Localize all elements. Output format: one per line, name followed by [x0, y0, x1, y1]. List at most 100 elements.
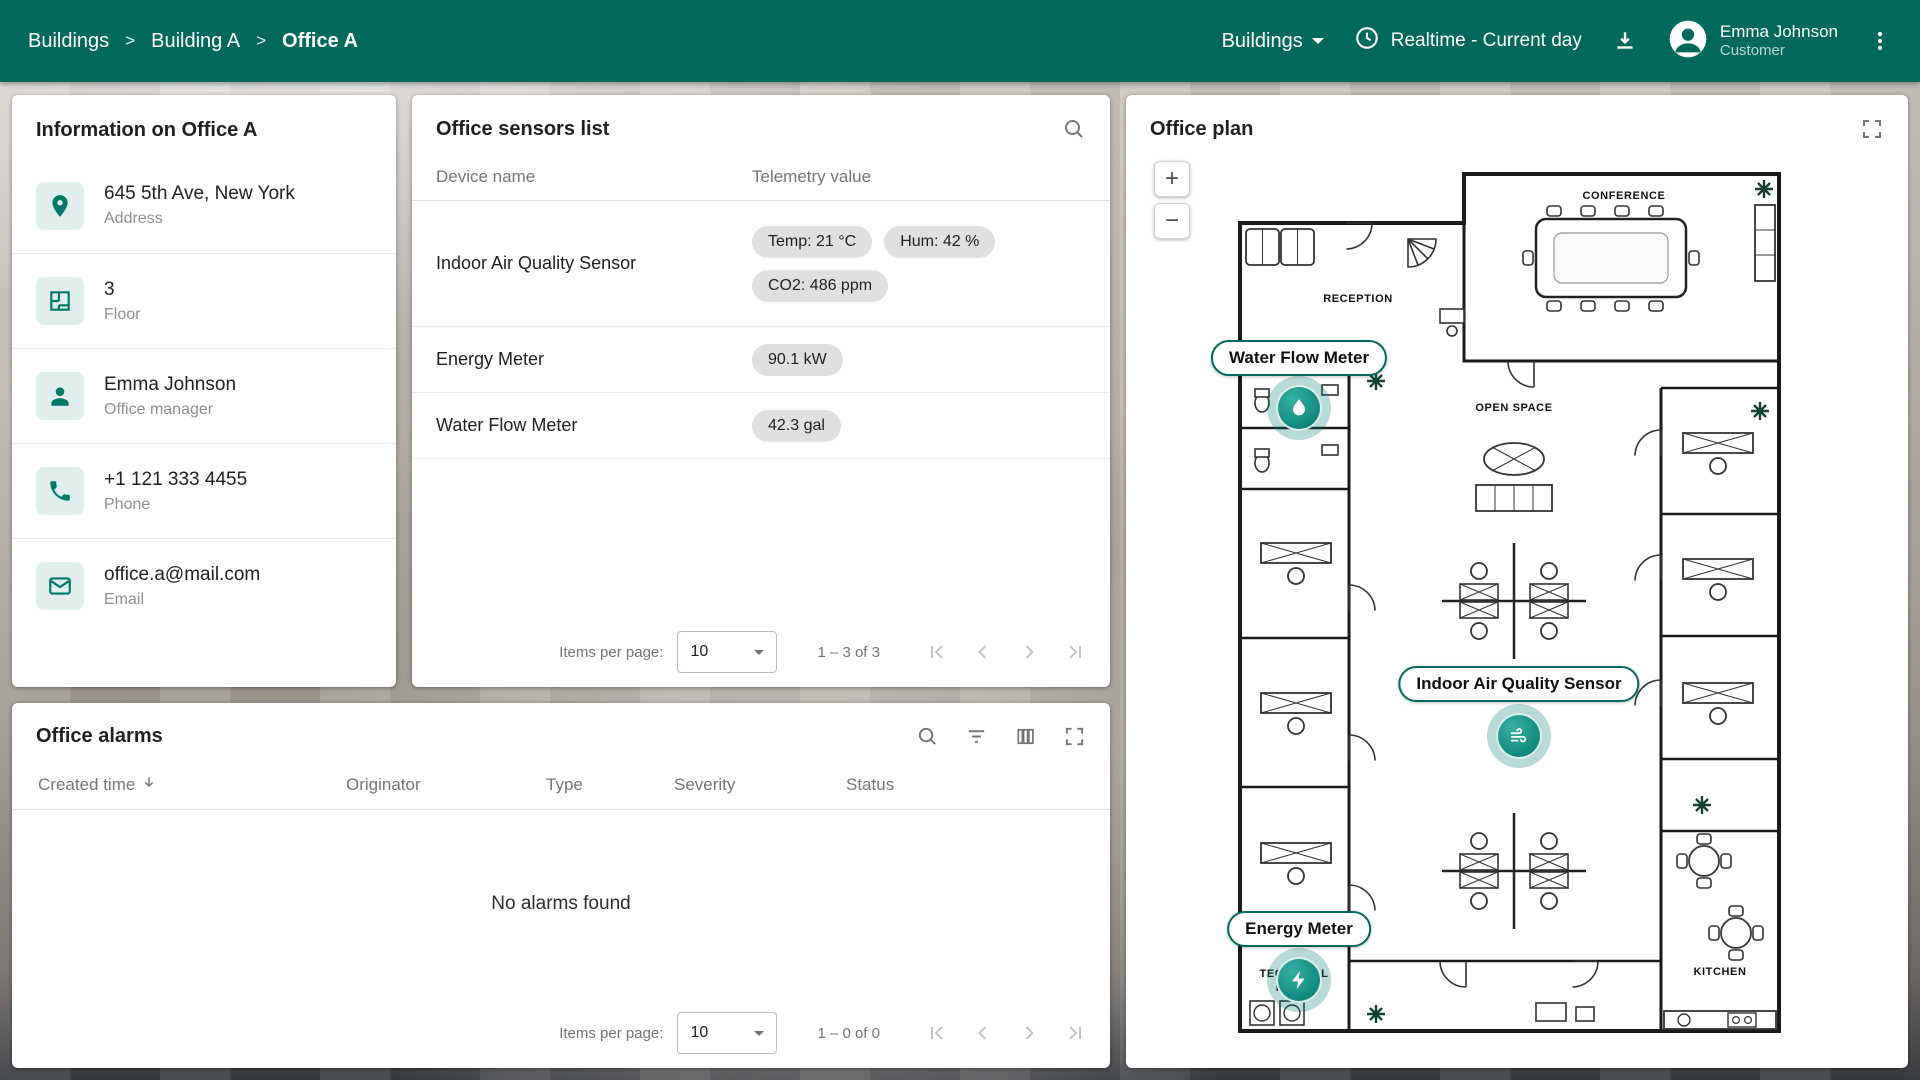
user-name: Emma Johnson	[1720, 21, 1838, 42]
column-severity[interactable]: Severity	[674, 775, 846, 795]
next-page-button[interactable]	[1014, 1018, 1044, 1048]
previous-page-button[interactable]	[968, 637, 998, 667]
zoom-in-button[interactable]: +	[1154, 161, 1190, 197]
address-value: 645 5th Ave, New York	[104, 183, 295, 205]
entity-select[interactable]: Buildings	[1222, 30, 1324, 53]
alarms-card-title: Office alarms	[36, 725, 163, 748]
breadcrumb-separator: >	[125, 31, 135, 51]
water-flow-meter-marker[interactable]	[1267, 376, 1331, 440]
columns-icon[interactable]	[1014, 725, 1037, 748]
breadcrumb-separator: >	[256, 31, 266, 51]
device-name: Water Flow Meter	[436, 415, 752, 436]
table-row[interactable]: Energy Meter 90.1 kW	[412, 327, 1110, 393]
kebab-menu-icon[interactable]	[1868, 29, 1892, 53]
telemetry-chip: Temp: 21 °C	[752, 226, 872, 258]
office-alarms-card: Office alarms Created time Originator Ty…	[12, 703, 1110, 1068]
zoom-controls: + −	[1154, 161, 1190, 239]
first-page-button[interactable]	[922, 1018, 952, 1048]
previous-page-button[interactable]	[968, 1018, 998, 1048]
alarms-paginator: Items per page: 10 1 – 0 of 0	[12, 998, 1110, 1068]
manager-value: Emma Johnson	[104, 374, 236, 396]
table-row[interactable]: Indoor Air Quality Sensor Temp: 21 °C Hu…	[412, 201, 1110, 327]
breadcrumb-building-a[interactable]: Building A	[151, 30, 240, 53]
search-icon[interactable]	[916, 725, 939, 748]
telemetry-chip: 42.3 gal	[752, 410, 841, 442]
column-originator[interactable]: Originator	[346, 775, 546, 795]
timewindow-label: Realtime - Current day	[1391, 30, 1582, 52]
info-row-phone: +1 121 333 4455 Phone	[12, 443, 396, 538]
address-label: Address	[104, 210, 295, 228]
phone-label: Phone	[104, 496, 247, 514]
energy-meter-marker[interactable]	[1267, 948, 1331, 1012]
filter-icon[interactable]	[965, 725, 988, 748]
download-button[interactable]	[1612, 28, 1638, 54]
page-range-label: 1 – 3 of 3	[817, 644, 880, 661]
clock-icon	[1354, 25, 1380, 57]
water-drop-icon	[1276, 385, 1322, 431]
table-row[interactable]: Water Flow Meter 42.3 gal	[412, 393, 1110, 459]
telemetry-chip: CO2: 486 ppm	[752, 270, 888, 302]
sort-arrow-down-icon	[141, 774, 157, 795]
breadcrumb: Buildings > Building A > Office A	[28, 30, 358, 53]
energy-icon	[1276, 957, 1322, 1003]
room-label-conference: CONFERENCE	[1582, 190, 1665, 202]
plan-card-title: Office plan	[1150, 118, 1253, 141]
office-sensors-card: Office sensors list Device name Telemetr…	[412, 95, 1110, 687]
device-name: Energy Meter	[436, 349, 752, 370]
page-size-value: 10	[690, 643, 708, 661]
zoom-out-button[interactable]: −	[1154, 203, 1190, 239]
column-created-time[interactable]: Created time	[38, 774, 346, 795]
page-size-select[interactable]: 10	[677, 1012, 777, 1054]
sensors-card-title: Office sensors list	[436, 118, 609, 141]
indoor-air-quality-sensor-marker[interactable]	[1487, 704, 1551, 768]
office-plan-card: Office plan + −	[1126, 95, 1908, 1068]
column-telemetry-value[interactable]: Telemetry value	[752, 167, 871, 187]
info-card-title: Information on Office A	[12, 95, 396, 158]
email-icon	[36, 562, 84, 610]
next-page-button[interactable]	[1014, 637, 1044, 667]
floor-label: Floor	[104, 306, 140, 324]
user-role: Customer	[1720, 42, 1838, 61]
floor-plan[interactable]: CONFERENCE RECEPTION OPEN SPACE KITCHEN …	[1236, 171, 1781, 1036]
person-icon	[36, 372, 84, 420]
floor-value: 3	[104, 279, 140, 301]
marker-label-indoor-air-quality-sensor[interactable]: Indoor Air Quality Sensor	[1398, 666, 1639, 702]
info-row-manager: Emma Johnson Office manager	[12, 348, 396, 443]
breadcrumb-buildings[interactable]: Buildings	[28, 30, 109, 53]
office-info-card: Information on Office A 645 5th Ave, New…	[12, 95, 396, 687]
marker-label-water-flow-meter[interactable]: Water Flow Meter	[1211, 340, 1387, 376]
user-menu[interactable]: Emma Johnson Customer	[1668, 19, 1838, 64]
sensors-paginator: Items per page: 10 1 – 3 of 3	[412, 617, 1110, 687]
info-row-floor: 3 Floor	[12, 253, 396, 348]
search-icon[interactable]	[1062, 117, 1086, 141]
marker-label-energy-meter[interactable]: Energy Meter	[1227, 911, 1371, 947]
page-size-select[interactable]: 10	[677, 631, 777, 673]
items-per-page-label: Items per page:	[559, 1025, 663, 1042]
avatar	[1668, 19, 1708, 64]
first-page-button[interactable]	[922, 637, 952, 667]
phone-icon	[36, 467, 84, 515]
device-name: Indoor Air Quality Sensor	[436, 253, 752, 274]
manager-label: Office manager	[104, 401, 236, 419]
column-device-name[interactable]: Device name	[436, 167, 752, 187]
fullscreen-icon[interactable]	[1063, 725, 1086, 748]
fullscreen-icon[interactable]	[1860, 117, 1884, 141]
items-per-page-label: Items per page:	[559, 644, 663, 661]
air-quality-icon	[1496, 713, 1542, 759]
room-label-reception: RECEPTION	[1323, 293, 1393, 305]
phone-value: +1 121 333 4455	[104, 469, 247, 491]
timewindow-button[interactable]: Realtime - Current day	[1354, 25, 1582, 57]
no-alarms-message: No alarms found	[12, 810, 1110, 998]
breadcrumb-office-a: Office A	[282, 30, 358, 53]
room-label-open-space: OPEN SPACE	[1475, 402, 1552, 414]
last-page-button[interactable]	[1060, 1018, 1090, 1048]
column-type[interactable]: Type	[546, 775, 674, 795]
created-time-label: Created time	[38, 775, 135, 795]
page-size-value: 10	[690, 1024, 708, 1042]
info-row-email: office.a@mail.com Email	[12, 538, 396, 633]
column-status[interactable]: Status	[846, 775, 1084, 795]
info-row-address: 645 5th Ave, New York Address	[12, 158, 396, 253]
telemetry-chip: 90.1 kW	[752, 344, 843, 376]
email-value: office.a@mail.com	[104, 564, 260, 586]
last-page-button[interactable]	[1060, 637, 1090, 667]
